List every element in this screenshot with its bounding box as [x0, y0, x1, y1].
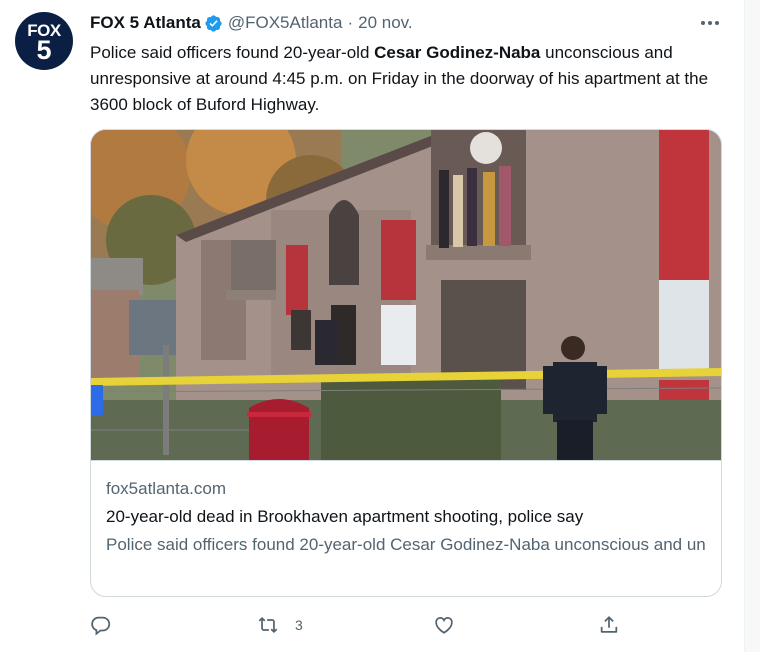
- tweet-text-start: Police said officers found 20-year-old: [90, 43, 375, 62]
- tweet-header: FOX 5 Atlanta @FOX5Atlanta · 20 nov.: [90, 13, 413, 33]
- retweet-button[interactable]: 3: [257, 610, 303, 640]
- heart-icon: [435, 617, 453, 634]
- avatar[interactable]: FOX 5: [15, 12, 73, 70]
- reply-button[interactable]: [90, 610, 112, 640]
- tweet-text-name: Cesar Godinez-Naba: [374, 43, 541, 62]
- like-button[interactable]: [433, 610, 455, 640]
- verified-badge-icon: [205, 14, 222, 32]
- retweet-count: 3: [295, 617, 303, 633]
- card-title: 20-year-old dead in Brookhaven apartment…: [106, 507, 584, 526]
- tweet-text: Police said officers found 20-year-old C…: [90, 40, 720, 118]
- link-card[interactable]: fox5atlanta.com 20-year-old dead in Broo…: [90, 129, 722, 597]
- more-options-icon[interactable]: [697, 13, 723, 33]
- card-domain: fox5atlanta.com: [106, 479, 227, 498]
- reply-icon: [91, 616, 111, 636]
- tweet[interactable]: FOX 5 FOX 5 Atlanta @FOX5Atlanta · 20 no…: [0, 0, 745, 652]
- tweet-actions: 3: [90, 610, 630, 640]
- card-meta: fox5atlanta.com 20-year-old dead in Broo…: [91, 460, 721, 596]
- avatar-logo-five: 5: [36, 34, 52, 65]
- separator-dot: ·: [347, 13, 354, 32]
- handle[interactable]: @FOX5Atlanta: [228, 13, 343, 33]
- tweet-date[interactable]: 20 nov.: [358, 13, 413, 33]
- retweet-icon: [258, 617, 278, 633]
- share-button[interactable]: [598, 610, 620, 640]
- share-icon: [600, 616, 618, 633]
- display-name[interactable]: FOX 5 Atlanta: [90, 13, 201, 33]
- card-image: [91, 130, 721, 460]
- card-description: Police said officers found 20-year-old C…: [106, 535, 706, 554]
